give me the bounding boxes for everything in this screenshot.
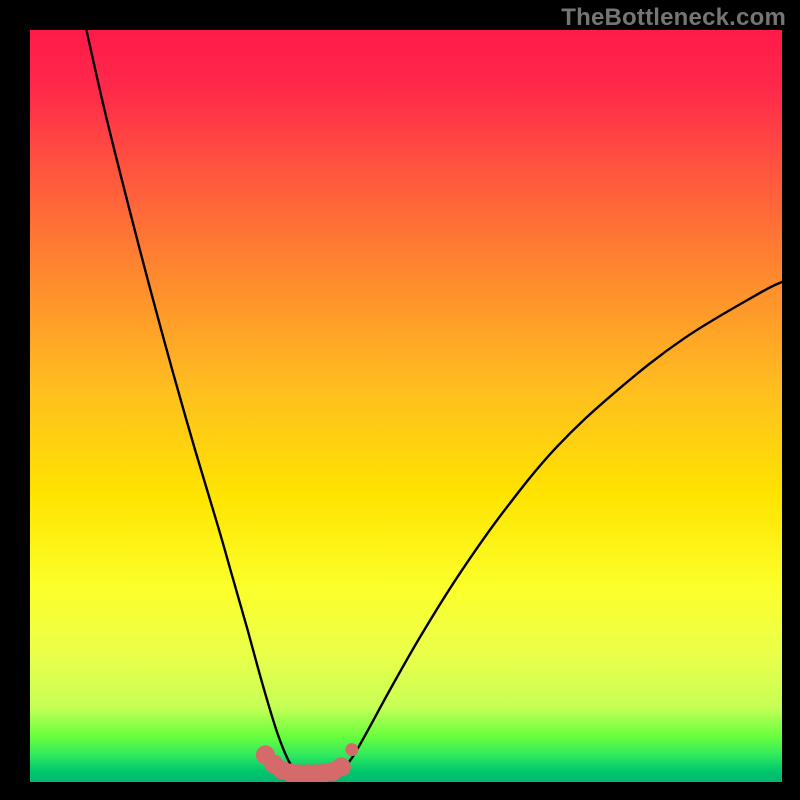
gradient-background — [30, 30, 782, 782]
marker-dot — [332, 757, 351, 776]
watermark-text: TheBottleneck.com — [561, 4, 786, 32]
chart-frame: TheBottleneck.com — [0, 0, 800, 800]
plot-area — [30, 30, 782, 782]
plot-svg — [30, 30, 782, 782]
marker-dot — [345, 743, 358, 756]
